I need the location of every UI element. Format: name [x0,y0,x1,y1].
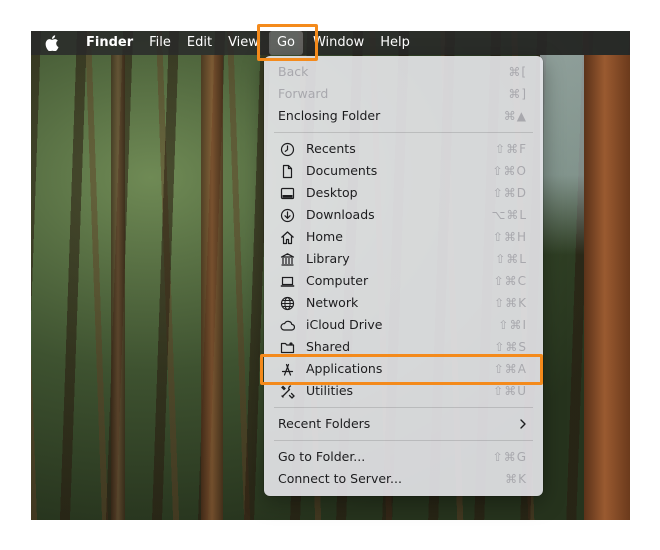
menu-item-documents[interactable]: Documents ⇧⌘O [264,160,543,182]
menu-item-shared[interactable]: Shared ⇧⌘S [264,336,543,358]
document-icon [280,164,295,179]
menu-item-back[interactable]: Back ⌘[ [264,61,543,83]
wallpaper-tree [584,55,630,520]
clock-icon [280,142,295,157]
menu-item-enclosing-folder[interactable]: Enclosing Folder ⌘▲ [264,105,543,127]
menu-item-shortcut: ⇧⌘S [494,340,527,354]
download-icon [280,208,295,223]
menu-separator [274,440,533,441]
menu-finder[interactable]: Finder [78,31,141,55]
menu-help[interactable]: Help [372,31,418,55]
menu-separator [274,132,533,133]
menu-item-label: Documents [306,163,378,178]
menu-item-label: Recents [306,141,356,156]
menu-item-connect-to-server[interactable]: Connect to Server... ⌘K [264,468,543,490]
menu-item-label: Utilities [306,383,354,398]
menu-item-shortcut: ⇧⌘H [492,230,527,244]
wallpaper-tree [111,55,125,520]
menu-item-shortcut: ⇧⌘K [494,296,527,310]
menu-item-shortcut: ⌘] [508,87,527,101]
menu-item-shortcut: ⇧⌘O [492,164,527,178]
menu-item-label: Desktop [306,185,358,200]
menu-item-label: Computer [306,273,369,288]
menu-file[interactable]: File [141,31,179,55]
menu-item-recents[interactable]: Recents ⇧⌘F [264,138,543,160]
cloud-icon [280,318,295,333]
menu-item-shortcut: ⌘K [505,472,527,486]
menu-item-shortcut: ⇧⌘C [493,274,527,288]
menu-item-go-to-folder[interactable]: Go to Folder... ⇧⌘G [264,446,543,468]
menu-item-desktop[interactable]: Desktop ⇧⌘D [264,182,543,204]
shared-folder-icon [280,340,295,355]
menu-item-utilities[interactable]: Utilities ⇧⌘U [264,380,543,402]
menu-item-network[interactable]: Network ⇧⌘K [264,292,543,314]
menu-item-label: Enclosing Folder [278,108,381,123]
menu-item-shortcut: ⇧⌘L [495,252,527,266]
applications-icon [280,362,295,377]
menu-item-label: Library [306,251,350,266]
wallpaper-tree [201,55,223,520]
tools-icon [280,384,295,399]
menu-item-shortcut: ⇧⌘U [493,384,527,398]
menu-item-shortcut: ⇧⌘G [492,450,527,464]
menu-item-label: Downloads [306,207,375,222]
menu-item-applications[interactable]: Applications ⇧⌘A [264,358,543,380]
menu-item-shortcut: ⌘▲ [503,109,527,123]
menu-go[interactable]: Go [268,31,303,55]
apple-logo-icon[interactable] [44,35,60,51]
menu-item-label: Connect to Server... [278,471,402,486]
menu-item-downloads[interactable]: Downloads ⌥⌘L [264,204,543,226]
menu-item-label: Back [278,64,309,79]
menu-item-home[interactable]: Home ⇧⌘H [264,226,543,248]
menu-bar: Finder File Edit View Go Window Help [31,31,630,55]
menu-item-shortcut: ⇧⌘I [498,318,527,332]
menu-item-shortcut: ⌥⌘L [491,208,527,222]
desktop-icon [280,186,295,201]
menu-item-shortcut: ⇧⌘A [493,362,527,376]
menu-item-shortcut: ⇧⌘F [495,142,527,156]
go-menu-dropdown: Back ⌘[ Forward ⌘] Enclosing Folder ⌘▲ R… [264,56,543,496]
library-icon [280,252,295,267]
menu-item-shortcut: ⌘[ [508,65,527,79]
menu-item-label: Shared [306,339,351,354]
menu-item-icloud-drive[interactable]: iCloud Drive ⇧⌘I [264,314,543,336]
menu-window[interactable]: Window [305,31,372,55]
menu-item-label: Home [306,229,343,244]
menu-item-shortcut: ⇧⌘D [492,186,527,200]
menu-separator [274,407,533,408]
menu-item-label: Applications [306,361,383,376]
laptop-icon [280,274,295,289]
menu-item-library[interactable]: Library ⇧⌘L [264,248,543,270]
menu-item-label: iCloud Drive [306,317,383,332]
menu-item-computer[interactable]: Computer ⇧⌘C [264,270,543,292]
menu-item-label: Recent Folders [278,416,371,431]
menu-item-label: Forward [278,86,329,101]
menu-view[interactable]: View [220,31,267,55]
menu-item-recent-folders[interactable]: Recent Folders [264,413,543,435]
menu-item-label: Network [306,295,359,310]
menu-edit[interactable]: Edit [179,31,220,55]
menu-item-forward[interactable]: Forward ⌘] [264,83,543,105]
chevron-right-icon [519,413,527,435]
globe-icon [280,296,295,311]
home-icon [280,230,295,245]
menu-item-label: Go to Folder... [278,449,366,464]
